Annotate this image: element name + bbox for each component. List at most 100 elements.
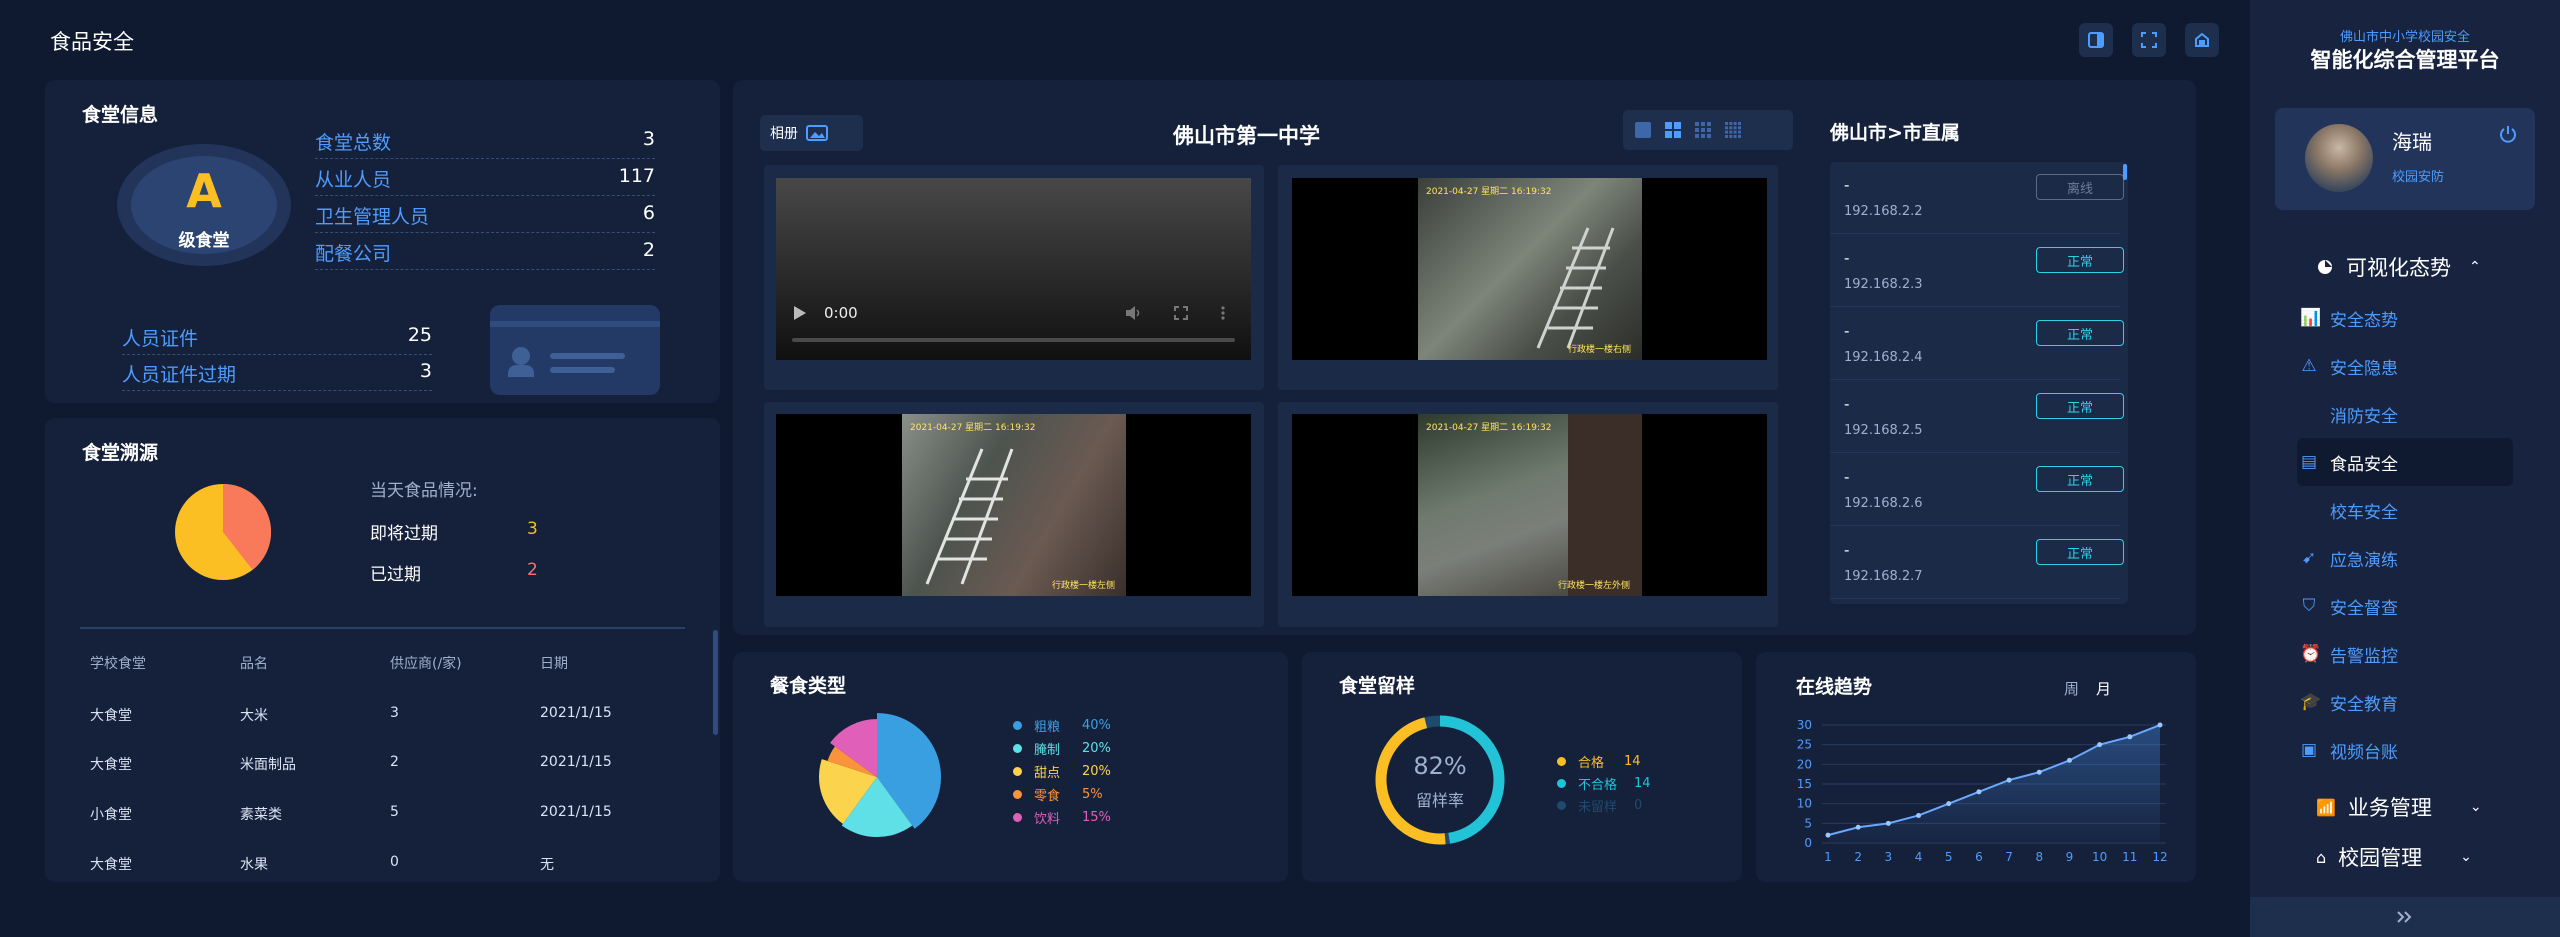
album-button[interactable]: 相册 — [760, 115, 863, 151]
trend-point — [2097, 742, 2103, 748]
legend-item: 甜点 20% — [1013, 762, 1111, 781]
list-item[interactable]: -192.168.2.5 正常 — [1830, 381, 2124, 453]
nav-group-business[interactable]: 📶 业务管理 ⌄ — [2316, 792, 2482, 822]
grid-layout-selector — [1623, 110, 1793, 150]
collapse-sidebar-button[interactable] — [2250, 897, 2560, 937]
video-player[interactable]: 0:00 — [776, 178, 1251, 360]
sidebar-item-food-safety[interactable]: ▤ 食品安全 — [2300, 439, 2398, 485]
today-label: 当天食品情况: — [370, 481, 478, 501]
id-card-icon — [490, 305, 660, 395]
bar-chart-icon: 📊 — [2300, 308, 2322, 328]
platform-subtitle: 佛山市中小学校园安全 — [2339, 30, 2470, 45]
trend-point — [1855, 824, 1861, 830]
stat-staff: 从业人员 117 — [315, 165, 655, 196]
y-tick-label: 30 — [1797, 718, 1812, 732]
grid-9-icon[interactable] — [1695, 122, 1711, 138]
expired-value: 2 — [527, 560, 538, 580]
home-button[interactable] — [2185, 23, 2219, 57]
more-options-icon[interactable] — [1221, 306, 1225, 320]
trend-chart: 0510152025301 2 3 4 5 6 7 8 9 10 11 12 — [1797, 718, 2168, 864]
trend-point — [2006, 777, 2012, 783]
tab-week[interactable]: 周 — [2064, 678, 2079, 699]
grid-16-icon[interactable] — [1725, 122, 1741, 138]
stat-certificates: 人员证件 25 — [122, 324, 432, 355]
x-tick-label: 11 — [2122, 850, 2137, 864]
tab-month[interactable]: 月 — [2096, 678, 2111, 699]
x-tick-label: 3 — [1885, 850, 1893, 864]
fullscreen-icon — [2141, 32, 2157, 48]
traceability-pie — [175, 483, 272, 580]
table-scrollbar[interactable] — [713, 630, 718, 735]
device-breadcrumb: 佛山市>市直属 — [1830, 122, 1960, 144]
play-icon[interactable] — [794, 306, 806, 320]
sidebar-item-bus-safety[interactable]: 校车安全 — [2300, 487, 2398, 533]
nav-group-visual[interactable]: 可视化态势 ⌃ — [2316, 252, 2481, 282]
legend-swatch — [1557, 757, 1566, 766]
list-item[interactable]: -192.168.2.4 正常 — [1830, 308, 2124, 380]
meal-types-pie — [819, 713, 941, 837]
legend-swatch — [1013, 813, 1022, 822]
video-tile-2[interactable]: 2021-04-27 星期二 16:19:32 行政楼一楼右侧 — [1278, 165, 1778, 390]
device-list-scrollbar[interactable] — [2123, 164, 2127, 180]
camera-feed[interactable]: 2021-04-27 星期二 16:19:32 行政楼一楼左外侧 — [1292, 414, 1767, 596]
grade-badge: A 级食堂 — [117, 144, 291, 266]
stairs-graphic — [925, 448, 1014, 585]
sidebar-item-hazards[interactable]: ⚠ 安全隐患 — [2300, 343, 2398, 389]
layout-toggle-button[interactable] — [2079, 23, 2113, 57]
drill-icon: ➹ — [2301, 548, 2317, 568]
sidebar-item-drill[interactable]: ➹ 应急演练 — [2300, 535, 2398, 581]
y-tick-label: 5 — [1804, 816, 1812, 830]
list-item[interactable]: -192.168.2.3 正常 — [1830, 235, 2124, 307]
list-item[interactable]: -192.168.2.7 正常 — [1830, 527, 2124, 599]
legend-item: 零食 5% — [1013, 785, 1103, 804]
y-tick-label: 10 — [1797, 797, 1812, 811]
fullscreen-button[interactable] — [2132, 23, 2166, 57]
volume-icon[interactable] — [1126, 306, 1142, 320]
video-tile-1[interactable]: 0:00 — [764, 165, 1264, 390]
camera-feed[interactable]: 2021-04-27 星期二 16:19:32 行政楼一楼左侧 — [776, 414, 1251, 596]
status-badge: 离线 — [2036, 174, 2124, 200]
video-icon: ▣ — [2300, 740, 2318, 760]
legend-swatch — [1013, 790, 1022, 799]
list-item[interactable]: -192.168.2.2 离线 — [1830, 162, 2124, 234]
sidebar-item-education[interactable]: 🎓 安全教育 — [2300, 679, 2398, 725]
sample-percent: 82% — [1413, 752, 1467, 780]
video-tile-4[interactable]: 2021-04-27 星期二 16:19:32 行政楼一楼左外侧 — [1278, 402, 1778, 627]
stat-total-canteens: 食堂总数 3 — [315, 128, 655, 159]
alarm-icon: ⏰ — [2300, 644, 2322, 664]
x-tick-label: 7 — [2005, 850, 2013, 864]
legend-item: 合格 14 — [1557, 752, 1641, 771]
sidebar-item-alarm[interactable]: ⏰ 告警监控 — [2300, 631, 2398, 677]
avatar[interactable] — [2305, 124, 2373, 192]
trend-point — [2127, 734, 2133, 740]
col-canteen: 学校食堂 — [90, 656, 146, 672]
legend-swatch — [1013, 721, 1022, 730]
col-supplier: 供应商(/家) — [390, 656, 462, 672]
grid-1-icon[interactable] — [1635, 122, 1651, 138]
col-date: 日期 — [540, 656, 568, 672]
status-badge: 正常 — [2036, 393, 2124, 419]
x-tick-label: 4 — [1915, 850, 1923, 864]
list-item[interactable]: -192.168.2.6 正常 — [1830, 454, 2124, 526]
school-title: 佛山市第一中学 — [1173, 124, 1320, 148]
status-badge: 正常 — [2036, 466, 2124, 492]
y-tick-label: 15 — [1797, 777, 1812, 791]
canteen-info-title: 食堂信息 — [82, 104, 159, 126]
sidebar-item-security-status[interactable]: 📊 安全态势 — [2300, 295, 2398, 341]
status-badge: 正常 — [2036, 247, 2124, 273]
layout-icon — [2088, 32, 2104, 48]
progress-track[interactable] — [792, 338, 1235, 342]
camera-feed[interactable]: 2021-04-27 星期二 16:19:32 行政楼一楼右侧 — [1292, 178, 1767, 360]
nav-group-campus[interactable]: ⌂ 校园管理 ⌄ — [2316, 842, 2472, 872]
fullscreen-icon[interactable] — [1174, 306, 1188, 320]
platform-title: 智能化综合管理平台 — [2310, 48, 2500, 72]
sidebar-item-fire-safety[interactable]: 消防安全 — [2300, 391, 2398, 437]
sidebar-item-video-ledger[interactable]: ▣ 视频台账 — [2300, 727, 2398, 773]
grade-label: 级食堂 — [178, 231, 230, 251]
sidebar-item-inspection[interactable]: ⛉ 安全督查 — [2300, 583, 2398, 629]
home-icon — [2195, 32, 2209, 47]
power-icon[interactable] — [2498, 124, 2518, 144]
legend-item: 粗粮 40% — [1013, 716, 1111, 735]
video-tile-3[interactable]: 2021-04-27 星期二 16:19:32 行政楼一楼左侧 — [764, 402, 1264, 627]
grid-4-icon[interactable] — [1665, 122, 1681, 138]
